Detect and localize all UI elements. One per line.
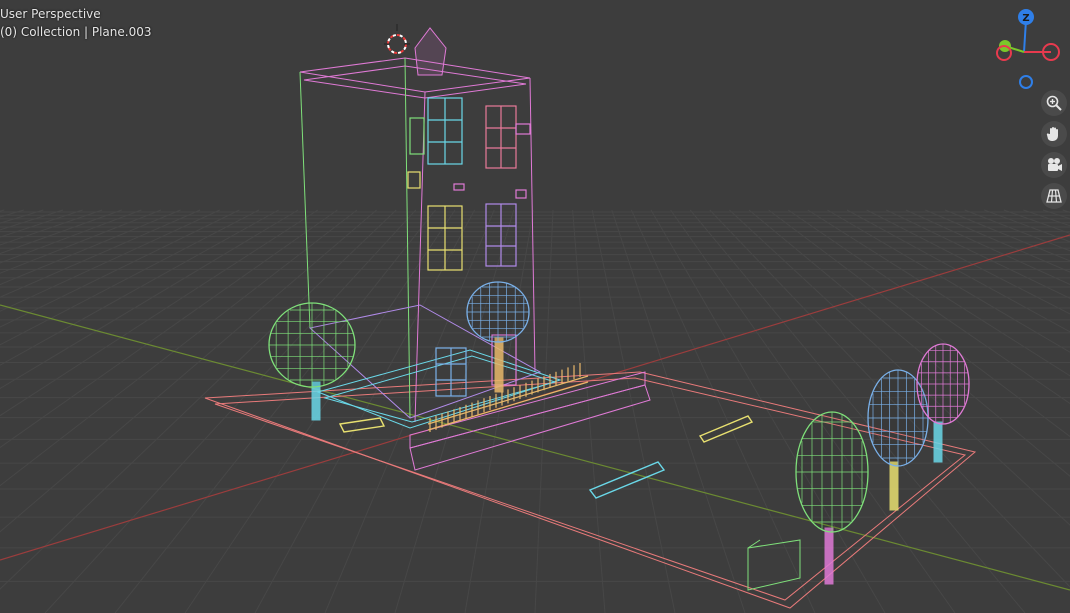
tree [795,411,869,585]
windows-wireframe [407,97,531,397]
zoom-icon [1046,95,1062,111]
trees-wireframe [268,281,970,585]
perspective-toggle-button[interactable] [1041,183,1067,209]
navigation-gizmo[interactable]: Z [990,6,1065,94]
zoom-button[interactable] [1041,90,1067,116]
camera-view-button[interactable] [1041,152,1067,178]
street-markings [338,415,754,499]
sidewalk-wireframe [409,371,651,471]
viewport-mode-label: User Perspective [0,7,101,21]
3d-viewport[interactable] [0,0,1070,613]
grid-perspective-icon [1046,189,1062,203]
hand-pan-icon [1046,127,1058,141]
neg-z-axis-handle[interactable] [1019,75,1033,89]
z-axis-label: Z [1022,13,1029,24]
3d-cursor [384,24,410,54]
active-object-label: (0) Collection | Plane.003 [0,25,152,39]
camera-icon [1048,158,1062,171]
pan-button[interactable] [1041,121,1067,147]
